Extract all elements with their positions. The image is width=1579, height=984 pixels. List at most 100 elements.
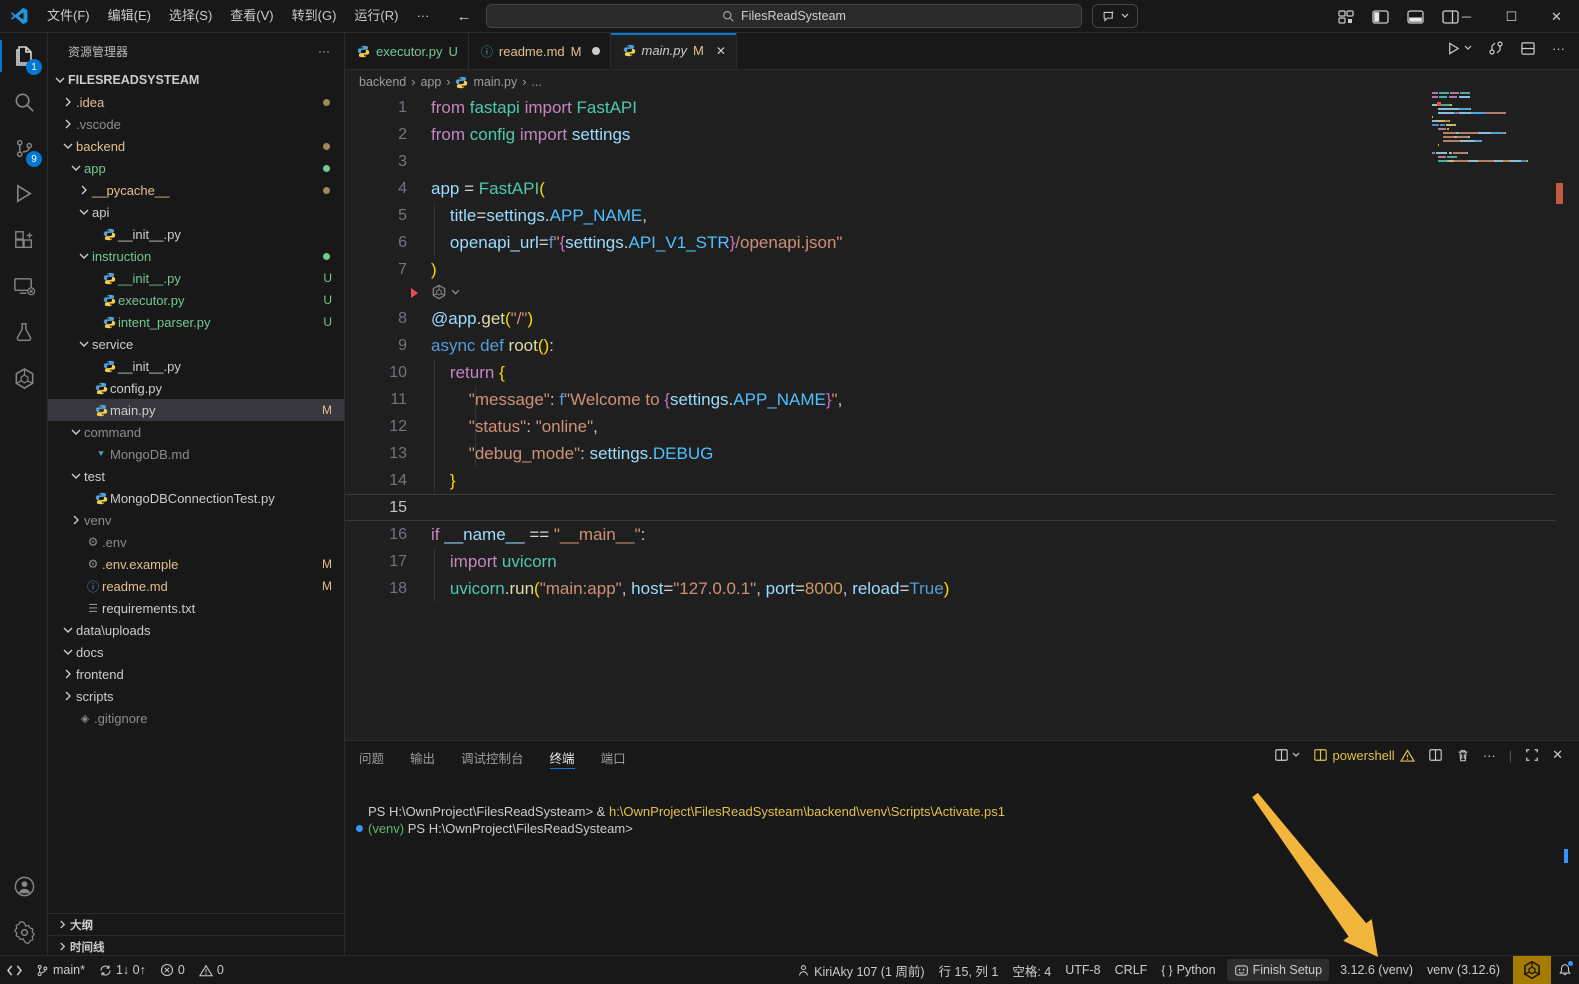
editor-more-actions[interactable]: ··· (1552, 41, 1565, 56)
status-bell[interactable] (1551, 959, 1579, 981)
status-hexgold[interactable] (1513, 956, 1551, 984)
code-line[interactable]: 15 (345, 494, 1579, 521)
code-line[interactable]: 8@app.get("/") (345, 305, 1579, 332)
tree-item[interactable]: config.py (48, 377, 344, 399)
panel-more-actions[interactable]: ··· (1483, 748, 1496, 763)
code-editor[interactable]: 1from fastapi import FastAPI2from config… (345, 94, 1579, 740)
tree-item[interactable]: ⚙.env (48, 531, 344, 553)
maximize-panel-icon[interactable] (1525, 748, 1539, 762)
status-空格: 4[interactable]: 空格: 4 (1005, 959, 1058, 981)
activity-search-icon[interactable] (0, 79, 48, 125)
tree-item[interactable]: __init__.pyU (48, 267, 344, 289)
close-panel-icon[interactable]: ✕ (1552, 747, 1563, 763)
launch-profile-button[interactable] (1274, 748, 1300, 762)
status-行 15, 列 1[interactable]: 行 15, 列 1 (932, 959, 1006, 981)
code-line[interactable]: 4app = FastAPI( (345, 175, 1579, 202)
tree-item[interactable]: data\uploads (48, 619, 344, 641)
code-line[interactable]: 5 title=settings.APP_NAME, (345, 202, 1579, 229)
status-CRLF[interactable]: CRLF (1108, 959, 1155, 981)
tab-close-icon[interactable]: ✕ (716, 44, 726, 58)
menu-item[interactable]: 文件(F) (38, 5, 99, 27)
tree-item[interactable]: ⚙.env.exampleM (48, 553, 344, 575)
toggle-panel-icon[interactable] (1407, 9, 1424, 25)
code-line[interactable]: 14 } (345, 467, 1579, 494)
breadcrumb-item[interactable]: main.py (473, 75, 517, 89)
tree-item[interactable]: intent_parser.pyU (48, 311, 344, 333)
panel-tab-调试控制台[interactable]: 调试控制台 (461, 741, 524, 773)
tree-item[interactable]: service (48, 333, 344, 355)
panel-tab-终端[interactable]: 终端 (550, 741, 575, 773)
ai-codelens-icon[interactable] (431, 284, 460, 300)
terminal-output[interactable]: PS H:\OwnProject\FilesReadSysteam> & h:\… (368, 803, 1005, 837)
status-sync[interactable]: 1↓ 0↑ (92, 959, 153, 981)
code-line[interactable]: 16if __name__ == "__main__": (345, 521, 1579, 548)
status-error[interactable]: 0 (153, 959, 192, 981)
window-maximize-button[interactable]: ☐ (1489, 0, 1534, 33)
breadcrumb-item[interactable]: backend (359, 75, 406, 89)
code-line[interactable]: 7) (345, 256, 1579, 283)
activity-hexagon-extension-icon[interactable] (0, 355, 48, 401)
status-venv (3.12.6)[interactable]: venv (3.12.6) (1420, 959, 1507, 981)
activity-remote-explorer-icon[interactable] (0, 263, 48, 309)
editor-tab[interactable]: executor.pyU (345, 33, 469, 69)
tree-item[interactable]: ⯆MongoDB.md (48, 443, 344, 465)
status-warning[interactable]: 0 (192, 959, 231, 981)
toggle-primary-sidebar-icon[interactable] (1372, 9, 1389, 25)
kill-terminal-trash-icon[interactable] (1456, 748, 1470, 763)
activity-explorer-icon[interactable]: 1 (0, 33, 48, 79)
code-line[interactable]: 10 return { (345, 359, 1579, 386)
tree-item[interactable]: __pycache__ (48, 179, 344, 201)
activity-source-control-icon[interactable]: 9 (0, 125, 48, 171)
menu-item[interactable]: ··· (407, 5, 438, 27)
code-line[interactable]: 9async def root(): (345, 332, 1579, 359)
editor-tab[interactable]: ⓘreadme.mdM (469, 33, 611, 69)
status-person[interactable]: KiriAky 107 (1 周前) (790, 959, 931, 981)
tree-item[interactable]: main.pyM (48, 399, 344, 421)
menu-item[interactable]: 查看(V) (221, 5, 282, 27)
status-3.12.6 (venv)[interactable]: 3.12.6 (venv) (1333, 959, 1420, 981)
activity-account-icon[interactable] (0, 863, 48, 909)
tree-item[interactable]: __init__.py (48, 355, 344, 377)
breadcrumb-item[interactable]: app (420, 75, 441, 89)
outline-section[interactable]: 大纲 (48, 913, 344, 935)
tree-item[interactable]: venv (48, 509, 344, 531)
code-line[interactable]: 18 uvicorn.run("main:app", host="127.0.0… (345, 575, 1579, 602)
code-line[interactable]: 6 openapi_url=f"{settings.API_V1_STR}/op… (345, 229, 1579, 256)
inline-suggestion-widget[interactable] (345, 283, 1579, 305)
tree-item[interactable]: api (48, 201, 344, 223)
copilot-chat-button[interactable] (1092, 4, 1138, 28)
tree-item[interactable]: ⓘreadme.mdM (48, 575, 344, 597)
menu-item[interactable]: 运行(R) (345, 5, 407, 27)
tree-item[interactable]: MongoDBConnectionTest.py (48, 487, 344, 509)
tree-item[interactable]: scripts (48, 685, 344, 707)
timeline-section[interactable]: 时间线 (48, 935, 344, 955)
panel-tab-端口[interactable]: 端口 (601, 741, 626, 773)
modified-dot-icon[interactable] (592, 47, 600, 55)
code-line[interactable]: 11 "message": f"Welcome to {settings.APP… (345, 386, 1579, 413)
menu-item[interactable]: 转到(G) (283, 5, 346, 27)
tree-item[interactable]: app (48, 157, 344, 179)
tree-item[interactable]: command (48, 421, 344, 443)
code-line[interactable]: 2from config import settings (345, 121, 1579, 148)
code-line[interactable]: 12 "status": "online", (345, 413, 1579, 440)
status-braces[interactable]: { }Python (1154, 959, 1222, 981)
breadcrumb-item[interactable]: ... (531, 75, 541, 89)
tree-item[interactable]: backend (48, 135, 344, 157)
terminal-instance-powershell[interactable]: powershell (1313, 748, 1415, 763)
status-robot[interactable]: Finish Setup (1227, 959, 1329, 981)
editor-tab[interactable]: main.pyM✕ (611, 33, 737, 69)
menu-item[interactable]: 选择(S) (160, 5, 221, 27)
window-minimize-button[interactable]: ─ (1444, 0, 1489, 33)
tree-root-folder[interactable]: FILESREADSYSTEAM (48, 69, 344, 91)
code-line[interactable]: 17 import uvicorn (345, 548, 1579, 575)
activity-testing-icon[interactable] (0, 309, 48, 355)
tree-item[interactable]: .vscode (48, 113, 344, 135)
status-UTF-8[interactable]: UTF-8 (1058, 959, 1107, 981)
code-line[interactable]: 3 (345, 148, 1579, 175)
status-remote[interactable] (0, 959, 29, 981)
activity-settings-icon[interactable] (0, 909, 48, 955)
tree-item[interactable]: ☰requirements.txt (48, 597, 344, 619)
status-branch[interactable]: main* (29, 959, 92, 981)
code-line[interactable]: 1from fastapi import FastAPI (345, 94, 1579, 121)
tree-item[interactable]: ◈.gitignore (48, 707, 344, 729)
